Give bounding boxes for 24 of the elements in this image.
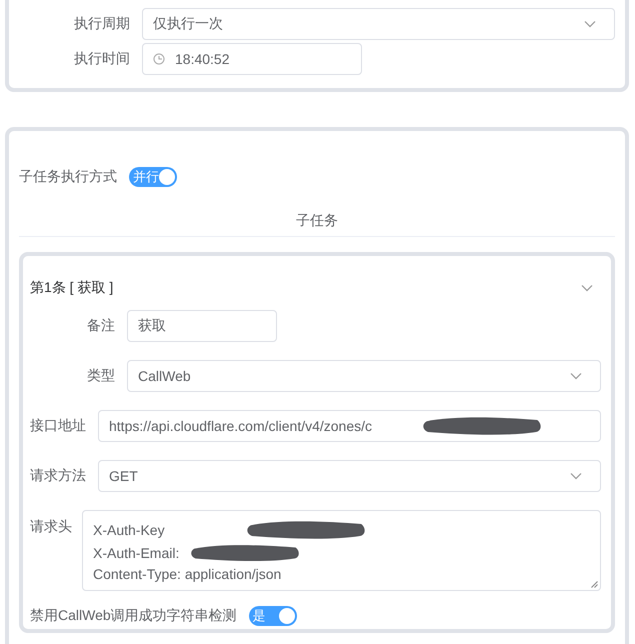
field-label: 接口地址 [30,417,86,435]
clock-icon [153,53,165,65]
time-field[interactable]: 18:40:52 [142,43,362,75]
resize-handle-icon [591,581,598,588]
field-label: 请求方法 [30,467,86,485]
field-label: 类型 [86,367,116,385]
chevron-down-icon [570,472,582,480]
select-field[interactable]: 仅执行一次 [142,8,615,40]
input-field[interactable]: https://api.cloudflare.com/client/v4/zones/c [98,410,601,442]
field-label: 请求头 [30,518,70,536]
field-label: 执行周期 [73,15,131,33]
chevron-down-icon [584,20,596,28]
field-label: 禁用CallWeb调用成功字符串检测 [30,607,237,625]
chevron-down-icon [581,284,593,292]
input-field[interactable]: 获取 [127,310,277,342]
text-area[interactable]: X-Auth-Key X-Auth-Email: Content-Type: application/json [82,510,601,591]
collapse-header[interactable]: 第1条 [ 获取 ] [30,266,601,310]
select-field[interactable]: GET [98,460,601,492]
field-label: 子任务执行方式 [19,168,117,186]
field-label: 执行时间 [73,50,131,68]
field-label: 备注 [86,317,116,335]
select-field[interactable]: CallWeb [127,360,601,392]
chevron-down-icon [570,372,582,380]
section-title: 子任务 [295,212,339,230]
